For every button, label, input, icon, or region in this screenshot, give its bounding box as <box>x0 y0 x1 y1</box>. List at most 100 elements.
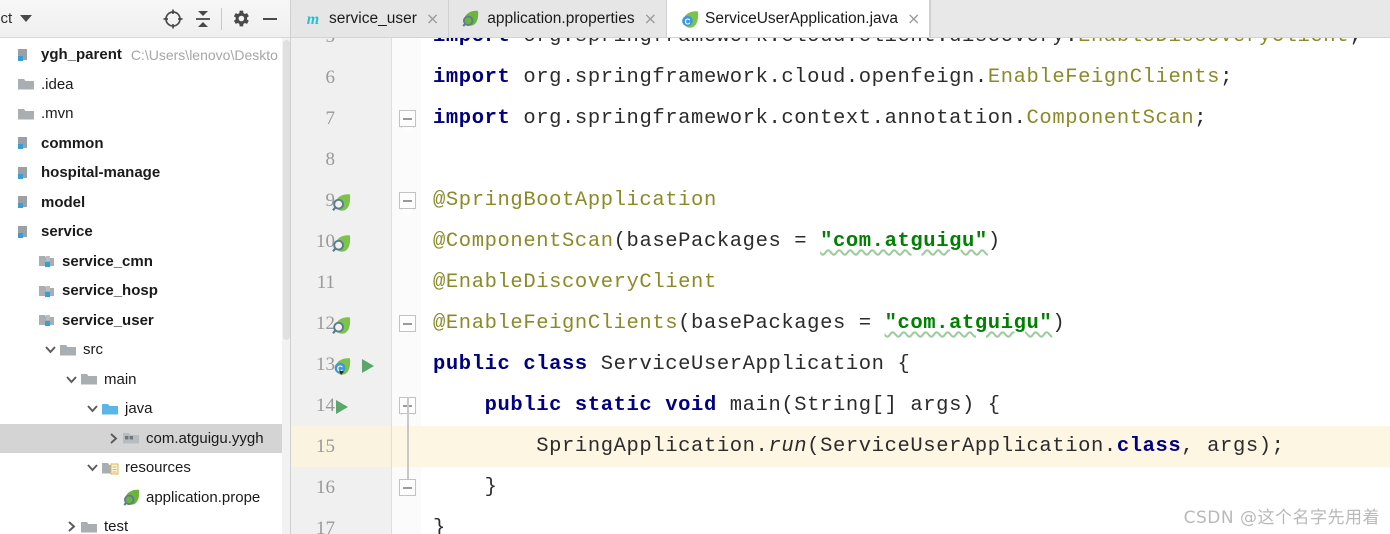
chevron-down-icon[interactable] <box>84 461 101 474</box>
line-number: 10 <box>316 231 335 252</box>
chevron-down-icon[interactable] <box>63 373 80 386</box>
tree-item-icon <box>17 223 37 241</box>
code-token: "com.atguigu" <box>884 312 1053 335</box>
code-line-11[interactable]: @EnableDiscoveryClient <box>433 262 1390 303</box>
code-token: (basePackages = <box>613 230 821 253</box>
code-token: @EnableDiscoveryClient <box>433 271 717 294</box>
editor-tab-bar[interactable]: m service_user × application.properties × C Se… <box>291 0 1390 38</box>
tree-item-src[interactable]: src <box>0 335 291 365</box>
tree-item-service-cmn[interactable]: service_cmn <box>0 247 291 277</box>
tree-item-label: com.atguigu.yygh <box>146 429 264 447</box>
line-number: 5 <box>295 38 336 57</box>
code-line-14[interactable]: public static void main(String[] args) { <box>433 385 1390 426</box>
tree-item-java[interactable]: java <box>0 394 291 424</box>
code-fold-toggle[interactable] <box>399 192 416 209</box>
project-view-selector[interactable]: ect <box>0 10 12 27</box>
code-line-6[interactable]: import org.springframework.cloud.openfei… <box>433 57 1390 98</box>
code-token: EnableDiscoveryClient <box>1078 38 1349 48</box>
tab-icon: C <box>679 9 700 29</box>
spring-boot-run-icon[interactable]: C <box>331 344 353 385</box>
tree-item--idea[interactable]: .idea <box>0 70 291 100</box>
tree-item-model[interactable]: model <box>0 188 291 218</box>
tab-close-icon[interactable]: × <box>907 10 920 27</box>
chevron-right-icon[interactable] <box>105 432 122 445</box>
spring-bean-icon[interactable] <box>331 221 353 262</box>
tree-item-service[interactable]: service <box>0 217 291 247</box>
module-folder-icon <box>38 311 58 329</box>
tree-item-resources[interactable]: resources <box>0 453 291 483</box>
module-icon <box>17 193 37 211</box>
code-text-area[interactable]: import org.springframework.cloud.client.… <box>421 38 1390 534</box>
chevron-down-icon[interactable] <box>84 402 101 415</box>
code-token: @SpringBootApplication <box>433 189 717 212</box>
code-token: org.springframework.cloud.client.discove… <box>523 38 1078 48</box>
editor-tab-service-user[interactable]: m service_user × <box>291 0 450 37</box>
code-line-10[interactable]: @ComponentScan(basePackages = "com.atgui… <box>433 221 1390 262</box>
tree-item-icon <box>38 282 58 300</box>
scrollbar-thumb[interactable] <box>283 40 290 340</box>
tree-item-icon <box>122 488 142 506</box>
tree-item-icon <box>122 429 142 447</box>
tree-item-hospital-manage[interactable]: hospital-manage <box>0 158 291 188</box>
idea-window: ect <box>0 0 1390 534</box>
tree-item-yygh-parent[interactable]: ygh_parent C:\Users\lenovo\Deskto <box>0 40 291 70</box>
spring-bean-icon[interactable] <box>331 303 353 344</box>
tree-item-label: service_hosp <box>62 282 158 300</box>
chevron-down-icon[interactable] <box>42 343 59 356</box>
tree-item-test[interactable]: test <box>0 512 291 534</box>
code-folding-strip[interactable] <box>391 38 421 534</box>
tree-item--mvn[interactable]: .mvn <box>0 99 291 129</box>
tree-item-service-hosp[interactable]: service_hosp <box>0 276 291 306</box>
tree-item-application-properties[interactable]: application.prope <box>0 483 291 513</box>
locate-target-icon[interactable] <box>158 4 188 34</box>
code-line-7[interactable]: import org.springframework.context.annot… <box>433 98 1390 139</box>
code-line-13[interactable]: public class ServiceUserApplication { <box>433 344 1390 385</box>
module-icon <box>17 134 37 152</box>
code-line-8[interactable] <box>433 139 1390 180</box>
tree-item-label: service <box>41 223 93 241</box>
code-editor[interactable]: 5 6 7 8 9 10 11 12 13 14 15 16 17 C import org.spring… <box>291 38 1390 534</box>
line-number: 16 <box>316 477 335 498</box>
run-triangle-icon[interactable] <box>357 344 379 385</box>
tree-item-common[interactable]: common <box>0 129 291 159</box>
code-line-5[interactable]: import org.springframework.cloud.client.… <box>433 38 1390 57</box>
editor-gutter[interactable]: 5 6 7 8 9 10 11 12 13 14 15 16 17 C <box>291 38 391 534</box>
tree-item-com-atguigu-yygh[interactable]: com.atguigu.yygh <box>0 423 291 453</box>
collapse-all-icon[interactable] <box>188 4 218 34</box>
code-line-9[interactable]: @SpringBootApplication <box>433 180 1390 221</box>
code-line-16[interactable]: } <box>433 467 1390 508</box>
code-token: main(String[] args) { <box>729 394 1001 417</box>
code-fold-toggle[interactable] <box>399 479 416 496</box>
project-toolbar: ect <box>0 0 291 38</box>
tree-item-label: .idea <box>41 75 74 93</box>
settings-gear-icon[interactable] <box>225 4 255 34</box>
editor-tab-application-properties[interactable]: application.properties × <box>449 0 668 37</box>
spring-leaf-icon <box>461 9 481 27</box>
tree-item-icon <box>17 134 37 152</box>
run-triangle-icon <box>357 356 377 374</box>
folder-grey-icon <box>80 518 100 534</box>
folder-grey-icon <box>80 370 100 388</box>
tree-item-service-user[interactable]: service_user <box>0 306 291 336</box>
tree-item-label: service_user <box>62 311 154 329</box>
code-token: } <box>433 476 498 499</box>
code-fold-toggle[interactable] <box>399 110 416 127</box>
chevron-down-icon[interactable] <box>20 15 33 22</box>
line-number: 13 <box>316 354 335 375</box>
svg-text:C: C <box>685 17 691 26</box>
tab-close-icon[interactable]: × <box>426 10 439 27</box>
spring-bean-icon[interactable] <box>331 180 353 221</box>
hide-panel-icon[interactable] <box>255 4 285 34</box>
tree-item-main[interactable]: main <box>0 365 291 395</box>
code-line-15[interactable]: SpringApplication.run(ServiceUserApplica… <box>433 426 1390 467</box>
project-tree[interactable]: ygh_parent C:\Users\lenovo\Deskto .idea .mv… <box>0 38 291 534</box>
spring-leaf-icon <box>122 488 142 506</box>
tree-item-label: main <box>104 370 137 388</box>
chevron-right-icon[interactable] <box>63 520 80 533</box>
tab-close-icon[interactable]: × <box>644 10 657 27</box>
tree-item-icon <box>17 75 37 93</box>
code-line-12[interactable]: @EnableFeignClients(basePackages = "com.… <box>433 303 1390 344</box>
editor-tab-serviceuserapplication-java[interactable]: C ServiceUserApplication.java × <box>667 0 931 37</box>
run-triangle-icon[interactable] <box>331 385 353 426</box>
code-fold-toggle[interactable] <box>399 315 416 332</box>
